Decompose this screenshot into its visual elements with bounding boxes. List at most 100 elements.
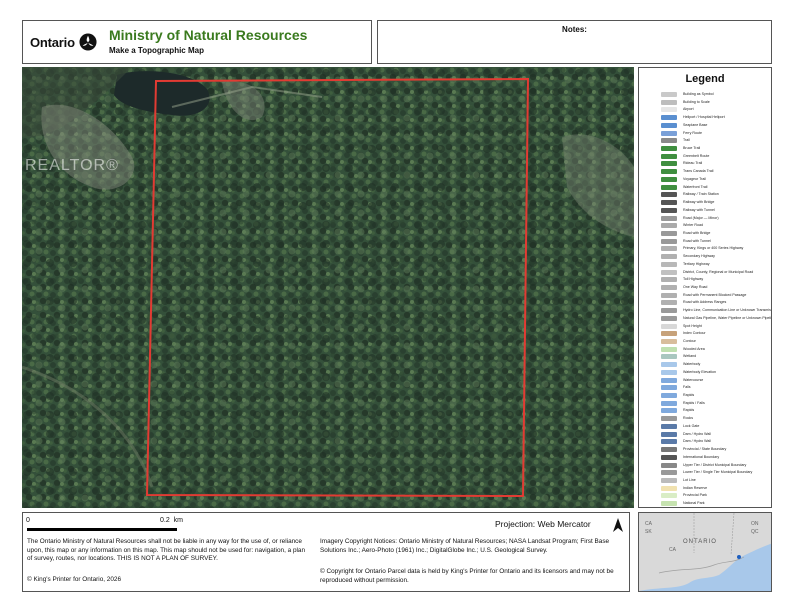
legend-item-label: Provincial / State Boundary xyxy=(683,447,727,452)
legend-item-label: Primary, Kings or 400 Series Highway xyxy=(683,246,744,251)
ontario-logo-text: Ontario xyxy=(30,34,75,50)
ontario-logo: Ontario xyxy=(30,33,97,51)
notes-box[interactable]: Notes: xyxy=(377,20,772,64)
overview-label-sk: SK xyxy=(645,529,652,535)
legend-item-label: Seaplane Base xyxy=(683,122,708,127)
legend-symbol-icon xyxy=(661,192,677,198)
legend-symbol-icon xyxy=(661,423,677,429)
legend-symbol-icon xyxy=(661,292,677,298)
legend-symbol-icon xyxy=(661,331,677,337)
legend-item-label: Bruce Trail xyxy=(683,146,701,151)
legend-item: Rocks xyxy=(639,415,771,423)
legend-item: Rideau Trail xyxy=(639,160,771,168)
legend-item-label: Falls xyxy=(683,385,691,390)
legend-item-label: Tertiary Highway xyxy=(683,261,710,266)
legend-item: Road with Bridge xyxy=(639,230,771,238)
legend-item: Provincial / State Boundary xyxy=(639,446,771,454)
legend-symbol-icon xyxy=(661,284,677,290)
legend-item-label: Voyageur Trail xyxy=(683,176,706,181)
legend-symbol-icon xyxy=(661,138,677,144)
legend-item-label: Lot Line xyxy=(683,477,696,482)
legend-item-label: Railway / Train Station xyxy=(683,192,719,197)
legend-symbol-icon xyxy=(661,153,677,159)
legend-symbol-icon xyxy=(661,416,677,422)
legend-item: Natural Gas Pipeline, Water Pipeline or … xyxy=(639,315,771,323)
legend-item: Seaplane Base xyxy=(639,122,771,130)
legend-symbol-icon xyxy=(661,346,677,352)
legend-item: Dam / Hydro Wall xyxy=(639,431,771,439)
scale-end-label: 0.2 km xyxy=(160,517,183,524)
legend-item-label: Trail xyxy=(683,138,690,143)
legend-item-label: Contour xyxy=(683,339,696,343)
scale-bar xyxy=(27,528,177,531)
legend-item: National Park xyxy=(639,500,771,507)
legend-item-label: Road with Address Ranges xyxy=(683,300,727,305)
legend-item-label: Rapids / Falls xyxy=(683,400,705,405)
legend-item-label: Road (Major — Minor) xyxy=(683,215,719,220)
map-header: Ontario Ministry of Natural Resources Ma… xyxy=(22,20,372,64)
legend-item: Road with Tunnel xyxy=(639,238,771,246)
legend-title: Legend xyxy=(685,73,725,85)
realtor-watermark: REALTOR® xyxy=(25,157,119,174)
legend-item: Spot Height xyxy=(639,323,771,331)
legend-item-label: Wooded Area xyxy=(683,346,705,351)
aerial-map[interactable]: REALTOR® xyxy=(22,67,634,508)
projection-label: Projection: Web Mercator xyxy=(495,519,591,529)
overview-map-graphic: CA SK ON QC CA ONTARIO xyxy=(639,513,771,591)
legend-symbol-icon xyxy=(661,146,677,152)
legend-item-label: Provincial Park xyxy=(683,493,707,498)
legend-item: Indian Reserve xyxy=(639,485,771,493)
legend-item: Watercourse xyxy=(639,377,771,385)
legend-item-label: Rapids xyxy=(683,393,695,398)
legend-symbol-icon xyxy=(661,200,677,206)
north-arrow-icon xyxy=(613,518,623,532)
legend-item-label: Spot Height xyxy=(683,323,702,328)
overview-label-on: ON xyxy=(751,521,759,527)
legend-item: Provincial Park xyxy=(639,492,771,500)
legend-item-label: Waterbody xyxy=(683,362,701,367)
legend-item: Waterbody xyxy=(639,361,771,369)
legend-symbol-icon xyxy=(661,377,677,383)
legend-symbol-icon xyxy=(661,493,677,499)
legend-item-label: Lock Gate xyxy=(683,423,700,428)
legend-item-label: Railway with Tunnel xyxy=(683,207,715,212)
map-info-panel: 0 0.2 km The Ontario Ministry of Natural… xyxy=(22,512,630,592)
legend-symbol-icon xyxy=(661,107,677,113)
legend-symbol-icon xyxy=(661,400,677,406)
legend-item-label: National Park xyxy=(683,501,705,506)
legend-item-label: Building to Scale xyxy=(683,99,710,104)
legend-item: Road (Major — Minor) xyxy=(639,215,771,223)
legend-item-label: Wetland xyxy=(683,354,697,359)
disclaimer-text: The Ontario Ministry of Natural Resource… xyxy=(27,538,306,563)
legend-symbol-icon xyxy=(661,362,677,368)
legend-item-label: Rocks xyxy=(683,416,693,421)
legend-item-label: Dam / Hydro Wall xyxy=(683,431,712,436)
legend-item-label: Railway with Bridge xyxy=(683,200,715,205)
legend-symbol-icon xyxy=(661,269,677,275)
legend-symbol-icon xyxy=(661,470,677,476)
legend-item-label: Indian Reserve xyxy=(683,485,708,490)
legend-item-label: Airport xyxy=(683,107,694,112)
legend-item: Waterfront Trail xyxy=(639,184,771,192)
aerial-imagery xyxy=(22,67,634,508)
legend-symbol-icon xyxy=(661,238,677,244)
location-marker xyxy=(737,555,741,559)
legend-item: Railway with Tunnel xyxy=(639,207,771,215)
legend-item: Hydro Line, Communication Line or Unknow… xyxy=(639,307,771,315)
legend-symbol-icon xyxy=(661,339,677,344)
legend-item: Wooded Area xyxy=(639,346,771,354)
legend-symbol-icon xyxy=(661,207,677,213)
legend-item-label: Rideau Trail xyxy=(683,161,703,166)
legend-item: Tertiary Highway xyxy=(639,261,771,269)
legend-item: Winter Road xyxy=(639,222,771,230)
legend-item-label: Road with Permanent Blocked Passage xyxy=(683,292,747,297)
legend-symbol-icon xyxy=(661,215,677,221)
legend-symbol-icon xyxy=(661,385,677,391)
legend-item: Building to Scale xyxy=(639,99,771,107)
legend-item-label: Dam / Hydro Wall xyxy=(683,439,712,444)
legend-item-label: Upper Tier / District Municipal Boundary xyxy=(683,462,747,467)
legend-symbol-icon xyxy=(661,308,677,314)
legend-item-label: Greenbelt Route xyxy=(683,153,710,158)
legend-item: Ferry Route xyxy=(639,130,771,138)
legend-item-label: Trans Canada Trail xyxy=(683,169,714,174)
